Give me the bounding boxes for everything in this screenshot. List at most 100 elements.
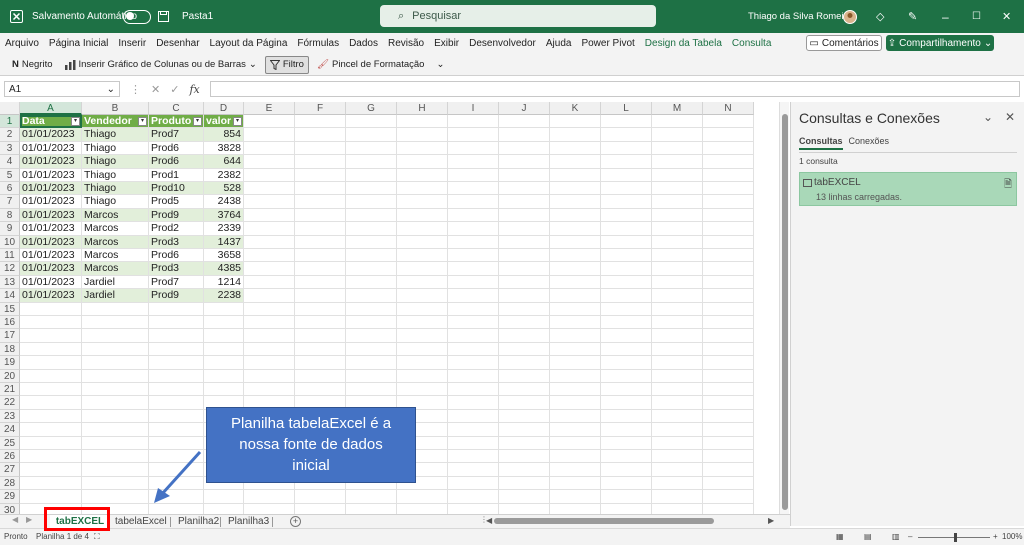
cell[interactable] xyxy=(82,423,149,437)
cell[interactable] xyxy=(204,369,244,383)
cell[interactable] xyxy=(601,262,652,276)
cell[interactable]: 01/01/2023 xyxy=(20,235,82,249)
row-header[interactable]: 29 xyxy=(0,490,20,504)
cell[interactable] xyxy=(397,155,448,169)
cell[interactable] xyxy=(652,302,703,316)
cell[interactable] xyxy=(295,222,346,236)
cell[interactable] xyxy=(652,490,703,504)
cell[interactable] xyxy=(703,249,754,263)
cell[interactable] xyxy=(652,235,703,249)
cell[interactable] xyxy=(295,168,346,182)
cell[interactable] xyxy=(499,490,550,504)
tab-connections[interactable]: Conexões xyxy=(849,136,890,150)
cell[interactable] xyxy=(295,356,346,370)
cell[interactable] xyxy=(346,208,397,223)
cell[interactable] xyxy=(204,503,244,514)
cell[interactable] xyxy=(295,342,346,357)
cell[interactable] xyxy=(448,275,499,290)
cell[interactable] xyxy=(652,383,703,397)
cell[interactable] xyxy=(244,342,295,357)
cell[interactable] xyxy=(204,329,244,343)
cell[interactable]: Prod3 xyxy=(149,262,204,276)
column-header[interactable]: H xyxy=(397,102,448,115)
cell[interactable] xyxy=(499,436,550,450)
cell[interactable] xyxy=(703,476,754,491)
cell[interactable] xyxy=(448,235,499,249)
accessibility-icon[interactable]: ⛶ xyxy=(94,532,100,542)
cell[interactable] xyxy=(703,490,754,504)
cell[interactable] xyxy=(82,302,149,316)
cell[interactable]: 01/01/2023 xyxy=(20,208,82,223)
menu-inserir[interactable]: Inserir xyxy=(113,38,151,49)
close-pane-icon[interactable]: ✕ xyxy=(1005,110,1015,124)
cell[interactable] xyxy=(448,503,499,514)
cell[interactable] xyxy=(448,423,499,437)
cell[interactable] xyxy=(204,316,244,330)
cell[interactable] xyxy=(550,155,601,169)
cell[interactable] xyxy=(499,168,550,182)
cell[interactable] xyxy=(703,222,754,236)
cell[interactable]: Thiago xyxy=(82,182,149,196)
cell[interactable] xyxy=(149,409,204,424)
cell[interactable]: 01/01/2023 xyxy=(20,289,82,303)
format-painter-button[interactable]: 🖌 Pincel de Formatação xyxy=(313,56,428,74)
cell[interactable] xyxy=(20,450,82,464)
cell[interactable] xyxy=(601,450,652,464)
cell[interactable] xyxy=(550,182,601,196)
cell[interactable]: Prod2 xyxy=(149,222,204,236)
cell[interactable] xyxy=(601,342,652,357)
cell[interactable] xyxy=(397,182,448,196)
cell[interactable] xyxy=(397,342,448,357)
table-header-cell[interactable]: Data ▾ xyxy=(20,115,82,129)
cell[interactable] xyxy=(82,383,149,397)
cell[interactable] xyxy=(448,182,499,196)
menu-revisao[interactable]: Revisão xyxy=(383,38,429,49)
cell[interactable] xyxy=(295,369,346,383)
cell[interactable] xyxy=(397,369,448,383)
cell[interactable] xyxy=(149,369,204,383)
cell[interactable] xyxy=(397,275,448,290)
cell[interactable] xyxy=(703,275,754,290)
cell[interactable] xyxy=(149,342,204,357)
cell[interactable] xyxy=(346,383,397,397)
cell[interactable] xyxy=(149,329,204,343)
column-header[interactable]: N xyxy=(703,102,754,115)
cell[interactable] xyxy=(204,342,244,357)
minimize-icon[interactable]: – xyxy=(942,0,949,33)
cell[interactable]: 01/01/2023 xyxy=(20,155,82,169)
cell[interactable]: 2238 xyxy=(204,289,244,303)
cell[interactable]: Prod6 xyxy=(149,249,204,263)
cell[interactable] xyxy=(82,329,149,343)
cell[interactable] xyxy=(550,195,601,209)
cell[interactable]: Jardiel xyxy=(82,289,149,303)
zoom-in-icon[interactable]: + xyxy=(993,532,998,541)
name-box[interactable]: A1 ⌄ xyxy=(4,81,120,97)
cell[interactable] xyxy=(550,356,601,370)
cell[interactable]: 4385 xyxy=(204,262,244,276)
cell[interactable] xyxy=(550,222,601,236)
menu-pagina-inicial[interactable]: Página Inicial xyxy=(44,38,113,49)
cell[interactable]: Prod9 xyxy=(149,208,204,223)
cell[interactable] xyxy=(550,436,601,450)
cell[interactable] xyxy=(601,275,652,290)
cell[interactable]: Marcos xyxy=(82,222,149,236)
menu-design-tabela[interactable]: Design da Tabela xyxy=(640,38,727,49)
cell[interactable] xyxy=(397,302,448,316)
cell[interactable] xyxy=(703,115,754,129)
cell[interactable]: 01/01/2023 xyxy=(20,249,82,263)
query-item[interactable]: tabEXCEL 13 linhas carregadas. 🗎 xyxy=(799,172,1017,206)
share-button[interactable]: ⇪ Compartilhamento ⌄ xyxy=(886,35,994,51)
cell[interactable] xyxy=(703,396,754,410)
cell[interactable]: Prod7 xyxy=(149,275,204,290)
save-icon[interactable] xyxy=(158,0,169,33)
cell[interactable] xyxy=(346,369,397,383)
cell[interactable] xyxy=(703,262,754,276)
cell[interactable] xyxy=(397,503,448,514)
cell[interactable] xyxy=(550,503,601,514)
cell[interactable] xyxy=(82,476,149,491)
row-header[interactable]: 1 xyxy=(0,115,20,129)
cell[interactable] xyxy=(652,369,703,383)
bold-button[interactable]: N Negrito xyxy=(8,56,57,74)
cell[interactable] xyxy=(652,168,703,182)
cell[interactable] xyxy=(448,289,499,303)
